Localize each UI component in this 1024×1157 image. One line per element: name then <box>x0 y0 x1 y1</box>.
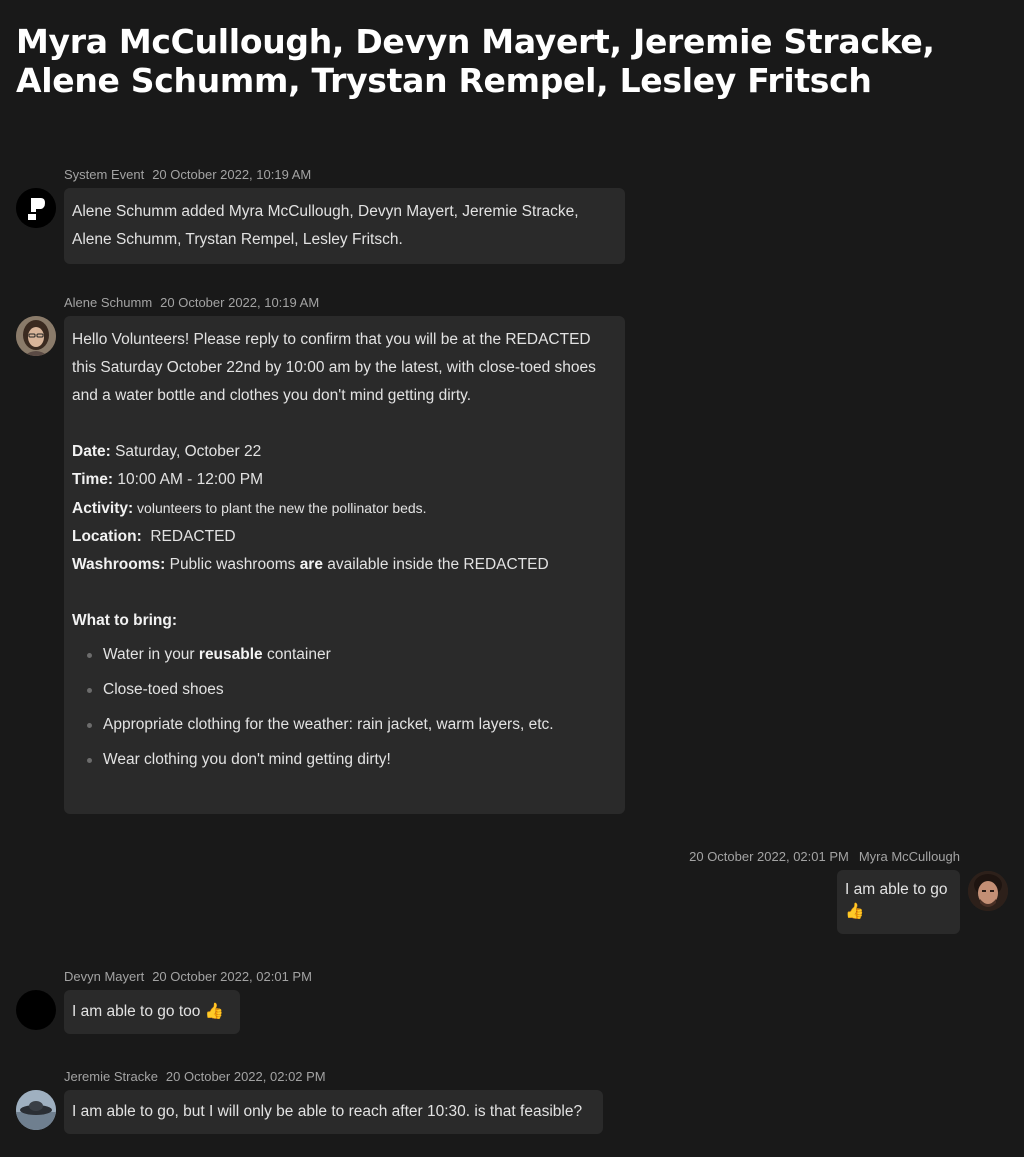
list-item: Wear clothing you don't mind getting dir… <box>87 748 617 772</box>
list-item: Close-toed shoes <box>87 678 617 702</box>
list-item: Appropriate clothing for the weather: ra… <box>87 713 617 737</box>
message-timestamp: 20 October 2022, 10:19 AM <box>160 295 320 310</box>
message-header: Alene Schumm 20 October 2022, 10:19 AM <box>64 295 319 310</box>
thumbs-up-icon: 👍 <box>204 1003 225 1020</box>
message-header: 20 October 2022, 02:01 PM Myra McCullough <box>689 849 960 864</box>
bring-list: Water in your reusable container Close-t… <box>72 643 617 772</box>
message-header: Devyn Mayert 20 October 2022, 02:01 PM <box>64 969 312 984</box>
message-text: Hello Volunteers! Please reply to confir… <box>72 331 596 404</box>
user-photo-icon <box>16 1090 56 1130</box>
sender-name: Myra McCullough <box>858 849 960 864</box>
message-timestamp: 20 October 2022, 02:01 PM <box>152 969 312 984</box>
message-bubble: I am able to go, but I will only be able… <box>64 1090 603 1134</box>
conversation-title: Myra McCullough, Devyn Mayert, Jeremie S… <box>16 22 935 100</box>
message-timestamp: 20 October 2022, 02:02 PM <box>165 1069 326 1084</box>
message-header: Jeremie Stracke 20 October 2022, 02:02 PM <box>64 1069 326 1084</box>
detail-time: Time: 10:00 AM - 12:00 PM <box>72 471 263 488</box>
detail-location: Location: REDACTED <box>72 528 236 545</box>
message-text: I am able to go <box>845 881 948 898</box>
detail-date: Date: Saturday, October 22 <box>72 443 262 460</box>
sender-name: Devyn Mayert <box>64 969 145 984</box>
system-logo-icon <box>16 188 56 228</box>
detail-washrooms: Washrooms: Public washrooms are availabl… <box>72 556 549 573</box>
thumbs-up-icon: 👍 <box>845 903 865 920</box>
message-text: I am able to go too <box>72 1003 201 1020</box>
user-photo-icon <box>968 871 1008 911</box>
jeremie-stracke-avatar[interactable] <box>16 1090 56 1130</box>
alene-schumm-avatar[interactable] <box>16 316 56 356</box>
message-bubble: I am able to go too 👍 <box>64 990 240 1034</box>
myra-mccullough-avatar[interactable] <box>968 871 1008 911</box>
message-bubble: Alene Schumm added Myra McCullough, Devy… <box>64 188 625 264</box>
sender-name: System Event <box>64 167 145 182</box>
bring-heading: What to bring: <box>72 612 178 629</box>
devyn-mayert-avatar[interactable] <box>16 990 56 1030</box>
message-timestamp: 20 October 2022, 02:01 PM <box>689 849 849 864</box>
user-photo-icon <box>16 316 56 356</box>
message-bubble: I am able to go 👍 <box>837 870 960 934</box>
message-text: Alene Schumm added Myra McCullough, Devy… <box>72 203 579 248</box>
message-bubble: Hello Volunteers! Please reply to confir… <box>64 316 625 814</box>
message-timestamp: 20 October 2022, 10:19 AM <box>152 167 312 182</box>
sender-name: Jeremie Stracke <box>64 1069 158 1084</box>
list-item: Water in your reusable container <box>87 643 617 667</box>
message-header: System Event 20 October 2022, 10:19 AM <box>64 167 311 182</box>
sender-name: Alene Schumm <box>64 295 153 310</box>
detail-activity: Activity: volunteers to plant the new th… <box>72 500 427 517</box>
system-event-avatar[interactable] <box>16 188 56 228</box>
message-text: I am able to go, but I will only be able… <box>72 1103 583 1120</box>
